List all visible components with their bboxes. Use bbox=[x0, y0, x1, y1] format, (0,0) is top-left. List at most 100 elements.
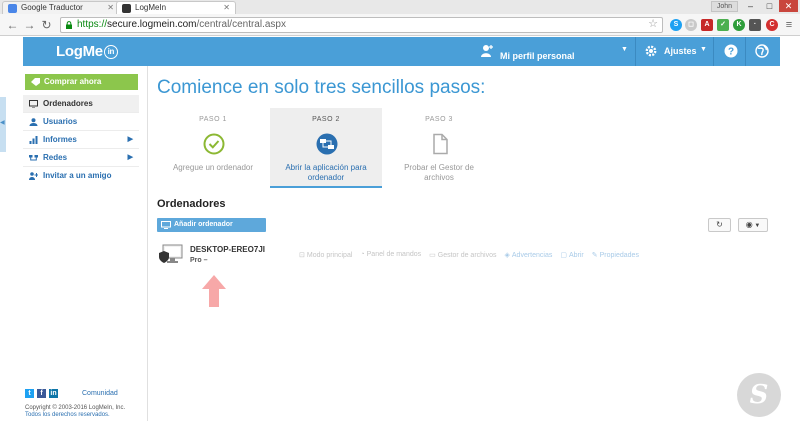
tab-extension-icon[interactable]: ◻ bbox=[685, 19, 697, 31]
main-mode-icon: ⊡ bbox=[299, 252, 305, 259]
menu-icon[interactable]: ≡ bbox=[783, 19, 795, 31]
refresh-button[interactable]: ↻ bbox=[708, 218, 731, 232]
sidebar-item-label: Usuarios bbox=[43, 117, 78, 126]
address-bar[interactable]: https://secure.logmein.com/central/centr… bbox=[60, 17, 663, 33]
facebook-icon[interactable]: f bbox=[37, 389, 46, 398]
skype-extension-icon[interactable]: S bbox=[670, 19, 682, 31]
computers-section-title: Ordenadores bbox=[157, 198, 226, 210]
extension-icon[interactable]: · bbox=[749, 19, 761, 31]
monitor-icon bbox=[161, 221, 171, 229]
open-action[interactable]: ▢ Abrir bbox=[560, 251, 583, 259]
sidebar: Comprar ahora Ordenadores Usuarios Infor… bbox=[23, 66, 148, 421]
network-icon bbox=[29, 155, 38, 161]
copyright-text: Copyright © 2003-2016 LogMeIn, Inc. bbox=[25, 405, 126, 411]
browser-tab-strip: Google Traductor ✕ LogMeIn ✕ John – □ ✕ bbox=[0, 0, 800, 14]
rights-link[interactable]: Todos los derechos reservados. bbox=[25, 412, 110, 418]
file-manager-action[interactable]: ▭ Gestor de archivos bbox=[429, 251, 496, 259]
monitor-icon bbox=[29, 100, 38, 108]
properties-action[interactable]: ✎ Propiedades bbox=[592, 251, 639, 259]
google-translate-icon bbox=[8, 4, 17, 13]
add-user-icon[interactable] bbox=[480, 44, 494, 58]
step-3[interactable]: PASO 3 Probar el Gestor de archivos bbox=[383, 108, 495, 188]
header-divider bbox=[713, 37, 714, 66]
logmein-favicon-icon bbox=[122, 4, 131, 13]
sidebar-item-invite-friend[interactable]: Invitar a un amigo bbox=[23, 167, 139, 185]
page-title: Comience en solo tres sencillos pasos: bbox=[157, 77, 486, 98]
app-header: LogMe in Mi perfil personal ▼ Ajustes ▼ ? bbox=[23, 37, 780, 66]
forward-icon[interactable]: → bbox=[23, 17, 36, 33]
computer-icon[interactable] bbox=[158, 243, 184, 267]
sidebar-item-computers[interactable]: Ordenadores bbox=[23, 95, 139, 113]
eye-icon: ◉ bbox=[745, 220, 753, 229]
maximize-icon[interactable]: □ bbox=[760, 0, 779, 12]
sidebar-item-users[interactable]: Usuarios bbox=[23, 113, 139, 131]
sidebar-item-label: Ordenadores bbox=[43, 99, 93, 108]
view-options-button[interactable]: ◉ ▼ bbox=[738, 218, 768, 232]
url-path: /central/central.aspx bbox=[196, 19, 287, 30]
linkedin-icon[interactable]: in bbox=[49, 389, 58, 398]
lock-icon bbox=[66, 21, 72, 29]
settings-dropdown-icon[interactable]: ▼ bbox=[700, 46, 707, 53]
reload-icon[interactable]: ↻ bbox=[40, 17, 53, 33]
step-label: Agregue un ordenador bbox=[172, 163, 254, 172]
browser-tab-logmein[interactable]: LogMeIn ✕ bbox=[116, 1, 236, 14]
k-extension-icon[interactable]: K bbox=[733, 19, 745, 31]
logmein-logo[interactable]: LogMe in bbox=[56, 43, 118, 60]
globe-icon[interactable] bbox=[755, 44, 769, 58]
action-label: Abrir bbox=[568, 252, 584, 259]
check-extension-icon[interactable]: ✓ bbox=[717, 19, 729, 31]
buy-now-button[interactable]: Comprar ahora bbox=[25, 74, 138, 90]
add-computer-label: Añadir ordenador bbox=[174, 221, 233, 228]
profile-dropdown-icon[interactable]: ▼ bbox=[621, 46, 628, 53]
open-icon: ▢ bbox=[560, 252, 567, 259]
window-close-icon[interactable]: ✕ bbox=[779, 0, 798, 12]
invite-icon bbox=[29, 172, 38, 180]
header-divider bbox=[745, 37, 746, 66]
logo-in-badge: in bbox=[103, 45, 118, 59]
window-controls: – □ ✕ bbox=[741, 0, 798, 12]
adblock-extension-icon[interactable]: A bbox=[701, 19, 713, 31]
help-icon[interactable]: ? bbox=[724, 44, 738, 58]
computer-plan: Pro – bbox=[190, 257, 208, 264]
wrench-icon: ✎ bbox=[591, 252, 598, 259]
step-1[interactable]: PASO 1 Agregue un ordenador bbox=[157, 108, 269, 188]
header-divider bbox=[635, 37, 636, 66]
sidebar-item-networks[interactable]: Redes ▶ bbox=[23, 149, 139, 167]
sidebar-collapse-handle[interactable]: ◀ bbox=[0, 97, 6, 152]
watermark-logo: S bbox=[737, 373, 781, 417]
bookmark-star-icon[interactable]: ☆ bbox=[648, 17, 658, 31]
sidebar-item-reports[interactable]: Informes ▶ bbox=[23, 131, 139, 149]
check-circle-icon bbox=[203, 133, 225, 155]
alerts-action[interactable]: ◈ Advertencias bbox=[505, 251, 553, 259]
tab-title: Google Traductor bbox=[21, 3, 83, 12]
step-label: Probar el Gestor de archivos bbox=[404, 163, 474, 182]
tab-title: LogMeIn bbox=[135, 3, 167, 12]
profile-menu-label[interactable]: Mi perfil personal bbox=[500, 51, 575, 61]
settings-menu-label[interactable]: Ajustes bbox=[664, 46, 697, 56]
c-extension-icon[interactable]: C bbox=[766, 19, 778, 31]
action-label: Advertencias bbox=[511, 252, 553, 259]
minimize-icon[interactable]: – bbox=[741, 0, 760, 12]
bar-chart-icon bbox=[29, 136, 38, 144]
main-mode-action[interactable]: ⊡ Modo principal bbox=[299, 251, 352, 259]
action-label: Panel de mandos bbox=[366, 251, 422, 258]
back-icon[interactable]: ← bbox=[6, 17, 19, 33]
twitter-icon[interactable]: t bbox=[25, 389, 34, 398]
step-2[interactable]: PASO 2 Abrir la aplicación para ordenado… bbox=[270, 108, 382, 188]
close-tab-icon[interactable]: ✕ bbox=[107, 2, 114, 14]
dashboard-action[interactable]: ◔ Panel de mandos bbox=[360, 251, 421, 259]
chevron-right-icon: ▶ bbox=[127, 136, 133, 143]
community-link[interactable]: Comunidad bbox=[82, 390, 118, 397]
computer-name[interactable]: DESKTOP-EREO7JI bbox=[190, 245, 265, 254]
gear-icon[interactable] bbox=[644, 44, 658, 58]
action-label: Modo principal bbox=[306, 252, 353, 259]
step-number: PASO 2 bbox=[312, 116, 340, 123]
user-icon bbox=[29, 118, 38, 126]
buy-now-label: Comprar ahora bbox=[44, 77, 102, 86]
computer-actions: ⊡ Modo principal ◔ Panel de mandos ▭ Gestor… bbox=[299, 251, 639, 259]
browser-tab-google-translate[interactable]: Google Traductor ✕ bbox=[2, 1, 120, 14]
tag-icon bbox=[31, 78, 40, 86]
close-tab-icon[interactable]: ✕ bbox=[223, 2, 230, 14]
add-computer-button[interactable]: Añadir ordenador bbox=[157, 218, 266, 232]
profile-badge[interactable]: John bbox=[710, 1, 738, 12]
